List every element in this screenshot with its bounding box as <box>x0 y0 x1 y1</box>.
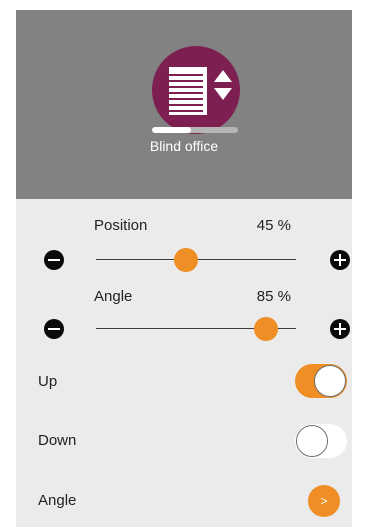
device-header: Blind office <box>16 10 352 199</box>
angle-increase-button[interactable] <box>330 319 350 339</box>
down-toggle[interactable] <box>295 424 347 458</box>
minus-icon <box>48 328 60 330</box>
angle-slider[interactable] <box>96 317 296 341</box>
down-label: Down <box>38 432 77 449</box>
device-name: Blind office <box>149 138 219 154</box>
position-label: Position <box>94 217 148 234</box>
blind-icon[interactable] <box>152 46 240 134</box>
toggle-knob <box>296 425 328 457</box>
plus-icon <box>334 254 346 266</box>
plus-icon <box>334 323 346 335</box>
angle-value: 85 % <box>256 288 291 305</box>
angle-slider-thumb[interactable] <box>254 317 278 341</box>
position-value: 45 % <box>256 217 291 234</box>
up-toggle[interactable] <box>295 364 347 398</box>
controls-panel: Position 45 % Angle 85 % Up Down Angle > <box>16 199 352 527</box>
up-label: Up <box>38 373 58 390</box>
position-slider-thumb[interactable] <box>174 248 198 272</box>
position-slider[interactable] <box>96 248 296 272</box>
angle-decrease-button[interactable] <box>44 319 64 339</box>
toggle-knob <box>314 365 346 397</box>
chevron-right-icon: > <box>320 494 328 508</box>
position-decrease-button[interactable] <box>44 250 64 270</box>
angle-row-label: Angle <box>38 492 77 509</box>
angle-label: Angle <box>94 288 133 305</box>
angle-open-button[interactable]: > <box>308 485 340 517</box>
minus-icon <box>48 259 60 261</box>
position-increase-button[interactable] <box>330 250 350 270</box>
position-level-bar <box>152 127 238 133</box>
position-level-fill <box>152 127 191 133</box>
